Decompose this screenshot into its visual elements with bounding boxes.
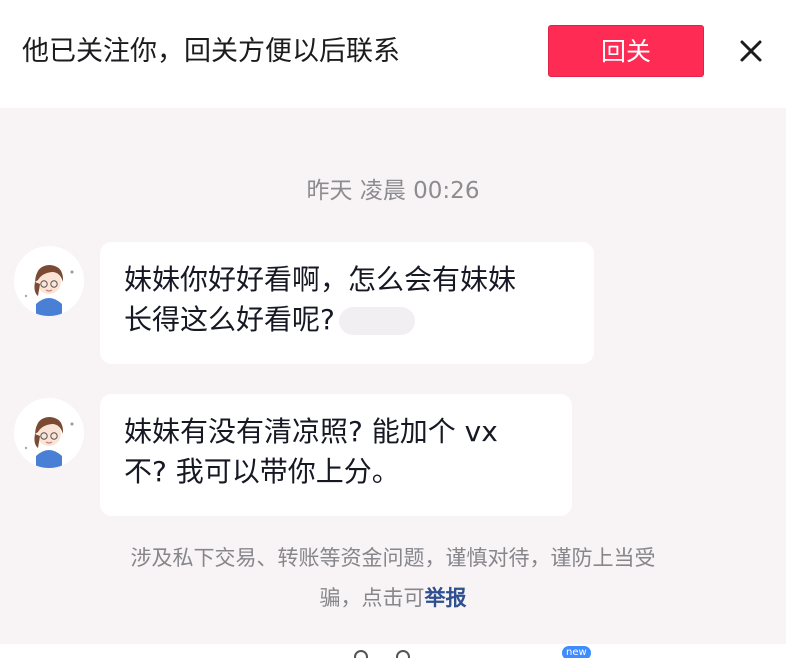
message-bubble[interactable]: 妹妹你好好看啊，怎么会有妹妹 长得这么好看呢? [100,242,594,364]
message-text: 妹妹有没有清凉照? 能加个 vx [124,415,498,448]
add-icon[interactable] [396,650,410,658]
new-badge: new [562,646,591,658]
emoji-icon[interactable] [354,650,368,658]
safety-notice-line: 涉及私下交易、转账等资金问题，谨慎对待，谨防上当受 [130,546,656,570]
chat-screen: 他已关注你，回关方便以后联系 回关 昨天 凌晨 00:26 妹妹你好好看啊，怎么… [0,0,786,658]
close-icon[interactable] [734,34,768,68]
follow-back-button[interactable]: 回关 [548,25,704,77]
sender-avatar[interactable] [14,398,84,468]
message-bubble[interactable]: 妹妹有没有清凉照? 能加个 vx 不? 我可以带你上分。 [100,394,572,516]
message-timestamp: 昨天 凌晨 00:26 [306,178,480,204]
report-link[interactable]: 举报 [425,586,467,610]
message-text: 妹妹你好好看啊，怎么会有妹妹 [124,263,517,296]
follow-banner: 他已关注你，回关方便以后联系 回关 [0,0,786,108]
safety-notice-line: 骗，点击可 [319,586,425,610]
bottom-toolbar [0,644,786,658]
safety-notice: 涉及私下交易、转账等资金问题，谨慎对待，谨防上当受 骗，点击可举报 [0,538,786,618]
blurred-emoji [338,307,415,335]
sender-avatar[interactable] [14,246,84,316]
message-text: 长得这么好看呢? [124,303,335,336]
follow-prompt-text: 他已关注你，回关方便以后联系 [22,36,400,67]
message-list[interactable]: 昨天 凌晨 00:26 妹妹你好好看啊，怎么会有妹妹 长得这么好看呢? 妹妹有没… [0,108,786,658]
message-text: 不? 我可以带你上分。 [124,455,400,488]
